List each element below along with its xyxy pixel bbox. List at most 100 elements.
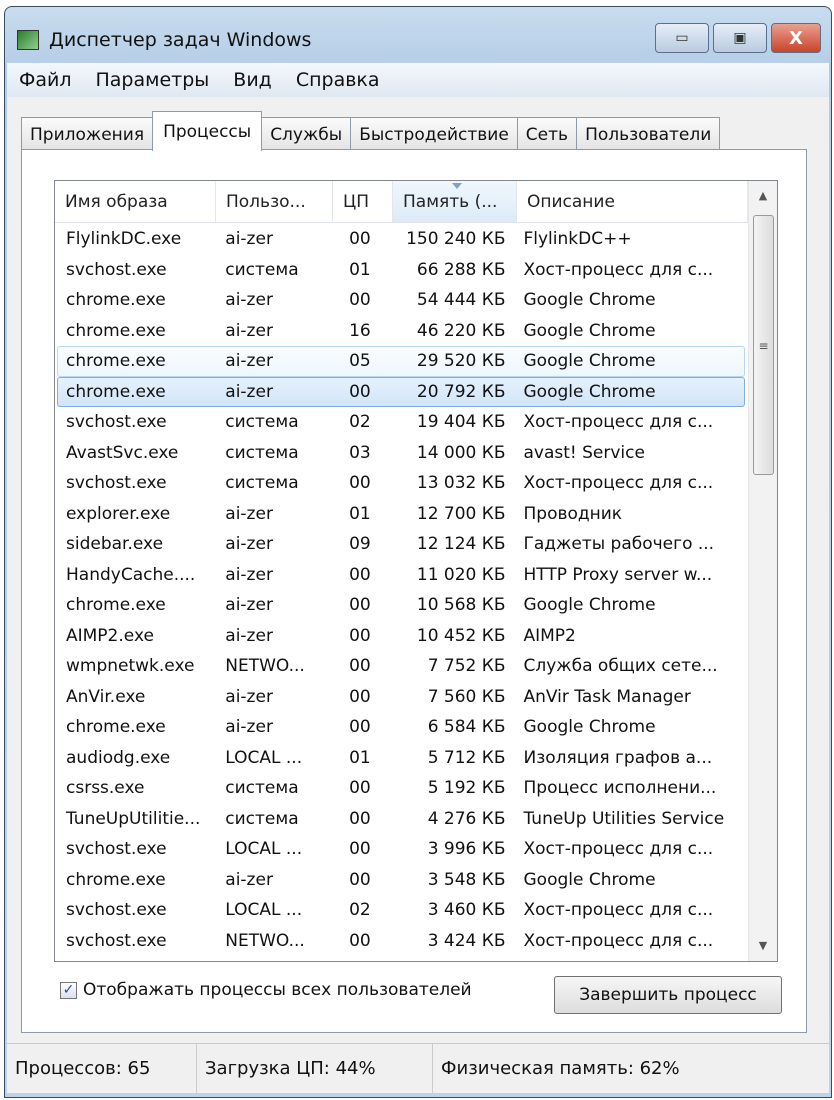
menu-help[interactable]: Справка [284,69,392,91]
cell-memory: 3 996 КБ [427,839,506,860]
cell-user: ai-zer [225,229,273,250]
cell-user: ai-zer [225,625,273,646]
table-row[interactable]: explorer.exe ai-zer 01 12 700 КБ Проводник [57,499,745,530]
tab-processes[interactable]: Процессы [152,111,263,151]
cell-description: AIMP2 [523,625,576,646]
cell-memory: 11 020 КБ [416,564,506,585]
cell-memory: 13 032 КБ [416,473,506,494]
cell-description: Хост-процесс для с... [523,900,714,921]
table-row[interactable]: AIMP2.exe ai-zer 00 10 452 КБ AIMP2 [57,621,745,652]
tab-services[interactable]: Службы [261,117,352,151]
cell-cpu: 00 [349,290,371,311]
tab-network[interactable]: Сеть [516,117,578,151]
cell-image-name: audiodg.exe [66,747,171,768]
cell-memory: 12 124 КБ [416,534,506,555]
cell-cpu: 00 [349,656,371,677]
table-row[interactable]: chrome.exe ai-zer 00 6 584 КБ Google Chrome [57,712,745,743]
cell-image-name: csrss.exe [66,778,145,799]
scroll-thumb[interactable]: ≡ [753,215,774,475]
table-row[interactable]: chrome.exe ai-zer 00 3 548 КБ Google Chrome [57,865,745,896]
cell-description: Проводник [523,503,623,524]
column-user[interactable]: Пользо... [216,181,333,222]
table-row[interactable]: AvastSvc.exe система 03 14 000 КБ avast! Ser… [57,438,745,469]
cell-image-name: svchost.exe [66,412,167,433]
cell-user: система [225,412,299,433]
checkbox-checked-icon[interactable]: ✓ [60,981,77,999]
cell-image-name: FlylinkDC.exe [66,229,182,250]
table-row[interactable]: chrome.exe ai-zer 00 20 792 КБ Google Chrome [57,376,745,407]
cell-memory: 19 404 КБ [416,412,506,433]
cell-cpu: 00 [349,473,371,494]
column-memory[interactable]: Память (... [393,181,517,222]
tab-bar: Приложения Процессы Службы Быстродействи… [21,111,721,151]
table-row[interactable]: audiodg.exe LOCAL ... 01 5 712 КБ Изоляция г… [57,743,745,774]
cell-image-name: chrome.exe [66,717,166,738]
tab-applications[interactable]: Приложения [21,117,154,151]
table-row[interactable]: svchost.exe система 01 66 288 КБ Хост-процес… [57,255,745,286]
cell-description: Хост-процесс для с... [523,930,714,951]
cell-image-name: svchost.exe [66,930,167,951]
table-row[interactable]: csrss.exe система 00 5 192 КБ Процесс исполн… [57,773,745,804]
table-row[interactable]: wmpnetwk.exe NETWO... 00 7 752 КБ Служба общ… [57,651,745,682]
table-row[interactable]: svchost.exe LOCAL ... 00 3 996 КБ Хост-проце… [57,834,745,865]
table-row[interactable]: chrome.exe ai-zer 00 54 444 КБ Google Chrome [57,285,745,316]
column-cpu[interactable]: ЦП [333,181,393,222]
tab-performance[interactable]: Быстродействие [350,117,518,151]
cell-image-name: svchost.exe [66,839,167,860]
table-row[interactable]: chrome.exe ai-zer 00 10 568 КБ Google Chrome [57,590,745,621]
cell-description: Гаджеты рабочего ... [523,534,715,555]
cell-user: ai-zer [225,381,273,402]
table-row[interactable]: chrome.exe ai-zer 05 29 520 КБ Google Chrome [57,346,745,377]
cell-image-name: chrome.exe [66,381,166,402]
menu-file[interactable]: Файл [7,69,84,91]
cell-cpu: 00 [349,839,371,860]
scroll-up-icon[interactable]: ▲ [749,181,777,211]
cell-image-name: TuneUpUtilitie... [66,808,201,829]
table-row[interactable]: svchost.exe система 00 13 032 КБ Хост-процес… [57,468,745,499]
cell-cpu: 00 [349,717,371,738]
table-row[interactable]: svchost.exe NETWO... 00 3 424 КБ Хост-процес… [57,926,745,957]
cell-image-name: chrome.exe [66,869,166,890]
table-row[interactable]: TuneUpUtilitie... система 00 4 276 КБ TuneUp… [57,804,745,835]
table-row[interactable]: chrome.exe ai-zer 16 46 220 КБ Google Chrome [57,316,745,347]
cell-cpu: 01 [349,259,371,280]
cell-memory: 10 568 КБ [416,595,506,616]
cell-description: Google Chrome [523,381,656,402]
cell-user: ai-zer [225,686,273,707]
cell-cpu: 02 [349,900,371,921]
end-process-button[interactable]: Завершить процесс [554,976,782,1014]
cell-user: система [225,808,299,829]
task-manager-window: Диспетчер задач Windows ▭ ▣ X Файл Парам… [4,6,832,1098]
table-row[interactable]: FlylinkDC.exe ai-zer 00 150 240 КБ FlylinkDC… [57,224,745,255]
cell-memory: 10 452 КБ [416,625,506,646]
cell-memory: 12 700 КБ [416,503,506,524]
cell-image-name: chrome.exe [66,320,166,341]
show-all-users-checkbox[interactable]: ✓ Отображать процессы всех пользователей [60,980,472,1000]
column-image-name[interactable]: Имя образа [55,181,216,222]
table-row[interactable]: sidebar.exe ai-zer 09 12 124 КБ Гаджеты рабо… [57,529,745,560]
tab-users[interactable]: Пользователи [576,117,721,151]
table-row[interactable]: svchost.exe система 02 19 404 КБ Хост-процес… [57,407,745,438]
cell-description: Google Chrome [523,717,656,738]
cell-cpu: 02 [349,412,371,433]
cell-memory: 7 560 КБ [427,686,506,707]
cell-user: ai-zer [225,534,273,555]
minimize-button[interactable]: ▭ [655,23,709,53]
cell-memory: 7 752 КБ [427,656,506,677]
close-button[interactable]: X [771,23,821,53]
maximize-button[interactable]: ▣ [713,23,767,53]
column-description[interactable]: Описание [517,181,748,222]
table-row[interactable]: AnVir.exe ai-zer 00 7 560 КБ AnVir Task Mana… [57,682,745,713]
cell-description: avast! Service [523,442,645,463]
cell-cpu: 05 [349,351,371,372]
vertical-scrollbar[interactable]: ▲ ≡ ▼ [748,181,777,961]
cell-image-name: AvastSvc.exe [66,442,179,463]
scroll-down-icon[interactable]: ▼ [749,931,777,961]
task-manager-icon [17,30,39,50]
cell-image-name: explorer.exe [66,503,171,524]
cell-user: ai-zer [225,564,273,585]
menu-options[interactable]: Параметры [84,69,222,91]
menu-view[interactable]: Вид [221,69,284,91]
table-row[interactable]: svchost.exe LOCAL ... 02 3 460 КБ Хост-проце… [57,895,745,926]
table-row[interactable]: HandyCache.... ai-zer 00 11 020 КБ HTTP Prox… [57,560,745,591]
